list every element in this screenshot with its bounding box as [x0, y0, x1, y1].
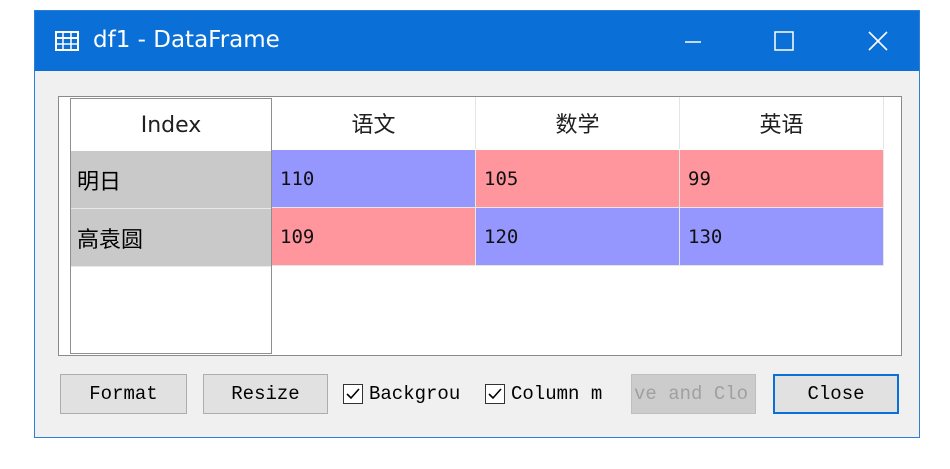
minimize-icon	[685, 41, 701, 43]
data-cell[interactable]: 130	[680, 208, 884, 266]
window-title: df1 - DataFrame	[93, 27, 280, 53]
background-checkbox[interactable]: Backgrou	[343, 374, 473, 414]
save-and-close-button[interactable]: ve and Clo	[631, 374, 756, 414]
column-header[interactable]: 数学	[476, 97, 680, 149]
data-cell[interactable]: 105	[476, 150, 680, 208]
data-cell[interactable]: 120	[476, 208, 680, 266]
maximize-icon	[774, 31, 794, 51]
close-icon	[868, 31, 888, 51]
checkmark-icon	[346, 388, 360, 400]
index-header[interactable]: Index	[71, 99, 271, 151]
minimize-button[interactable]	[661, 11, 725, 71]
data-cell[interactable]: 109	[272, 208, 476, 266]
checkbox-box[interactable]	[343, 384, 363, 404]
checkbox-box[interactable]	[485, 384, 505, 404]
dataframe-grid[interactable]: Index 明日 高袁圆 语文 数学 英语 110 105 99 109 120…	[58, 96, 902, 356]
column-header[interactable]: 英语	[680, 97, 884, 149]
title-bar[interactable]: df1 - DataFrame	[35, 11, 919, 71]
close-window-button[interactable]	[846, 11, 910, 71]
column-header[interactable]: 语文	[272, 97, 476, 149]
resize-button[interactable]: Resize	[203, 374, 328, 414]
checkmark-icon	[488, 388, 502, 400]
row-label[interactable]: 明日	[71, 151, 271, 209]
data-cell[interactable]: 99	[680, 150, 884, 208]
data-cell[interactable]: 110	[272, 150, 476, 208]
format-button[interactable]: Format	[60, 374, 187, 414]
close-button[interactable]: Close	[773, 374, 899, 414]
column-label: Column m	[511, 383, 603, 405]
dataframe-window: df1 - DataFrame Index 明日 高袁圆 语文 数学 英语 11…	[34, 10, 920, 438]
row-label[interactable]: 高袁圆	[71, 209, 271, 267]
background-label: Backgrou	[369, 383, 461, 405]
index-panel: Index 明日 高袁圆	[70, 98, 272, 354]
maximize-button[interactable]	[752, 11, 816, 71]
table-icon	[55, 31, 79, 51]
column-checkbox[interactable]: Column m	[485, 374, 617, 414]
